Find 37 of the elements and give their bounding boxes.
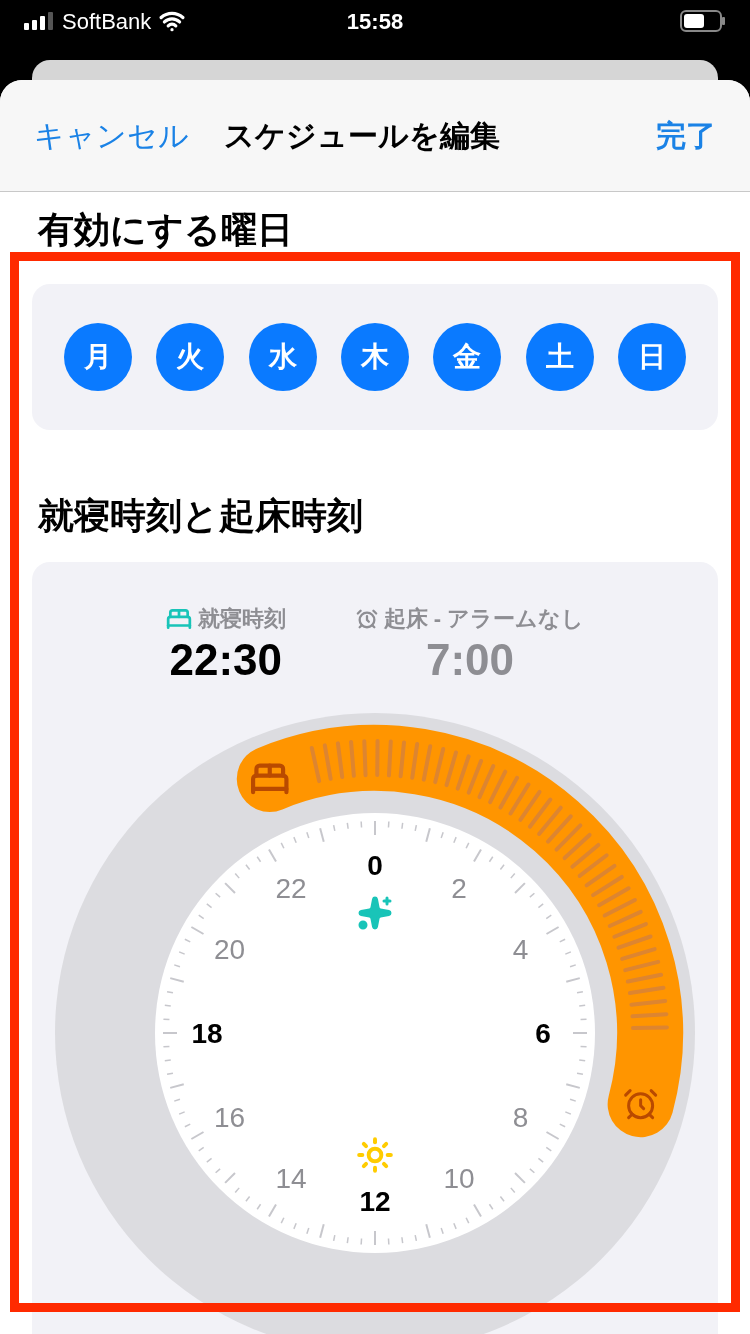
alarm-clock-icon[interactable] <box>625 1090 656 1118</box>
done-button[interactable]: 完了 <box>656 113 716 158</box>
weekday-toggle[interactable]: 火 <box>156 323 225 391</box>
bedtime-label: 就寝時刻 <box>197 605 286 633</box>
weekday-toggle[interactable]: 土 <box>525 323 594 391</box>
wake-label: 起床 - アラームなし <box>383 605 585 633</box>
hour-label: 20 <box>213 934 246 965</box>
wake-value[interactable]: 7:00 <box>425 635 515 685</box>
clock-time: 15:58 <box>346 7 404 36</box>
hour-label: 16 <box>213 1102 246 1133</box>
alarm-clock-icon <box>355 607 378 630</box>
weekday-toggle[interactable]: 木 <box>341 323 409 391</box>
sheet-title: スケジュールを編集 <box>224 118 500 154</box>
hour-label: 4 <box>512 934 529 965</box>
hour-label: 10 <box>443 1163 475 1195</box>
hour-label: 2 <box>451 872 467 904</box>
carrier-name: SoftBank <box>62 7 152 36</box>
bedtime-value[interactable]: 22:30 <box>169 635 282 685</box>
section-title: 有効にする曜日 <box>36 208 294 252</box>
weekday-toggle[interactable]: 日 <box>617 323 686 391</box>
signal-icon <box>24 12 54 30</box>
section-title: 就寝時刻と起床時刻 <box>37 494 364 538</box>
hour-label: 12 <box>359 1186 391 1217</box>
sparkles-icon <box>360 898 390 928</box>
hour-label: 22 <box>275 872 307 904</box>
hour-label: 14 <box>275 1163 307 1195</box>
hour-label: 0 <box>367 850 383 881</box>
battery-icon <box>680 10 726 32</box>
cancel-button[interactable]: キャンセル <box>34 113 224 158</box>
weekday-toggle[interactable]: 水 <box>248 323 317 391</box>
sun-icon <box>359 1139 391 1171</box>
weekday-toggle[interactable]: 金 <box>433 323 502 391</box>
hour-label: 18 <box>191 1018 223 1049</box>
hour-label: 8 <box>512 1102 529 1133</box>
weekday-toggle[interactable]: 月 <box>64 323 132 391</box>
bed-icon[interactable] <box>253 765 287 793</box>
hour-label: 6 <box>535 1018 551 1049</box>
